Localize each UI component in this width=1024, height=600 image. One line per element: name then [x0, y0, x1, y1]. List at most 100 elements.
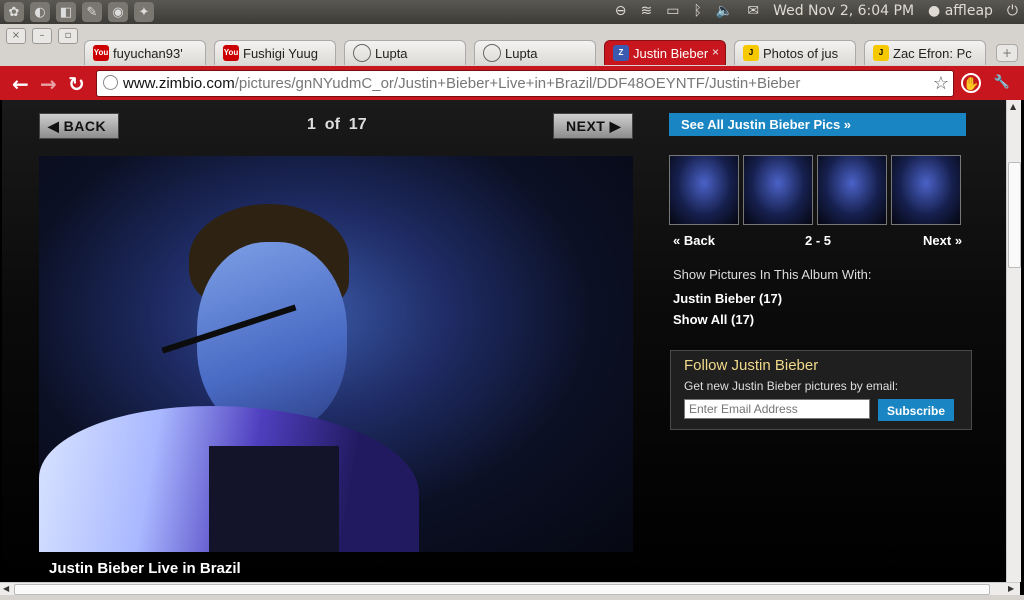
reload-icon[interactable]: ↻ — [68, 72, 85, 96]
globe-icon — [483, 44, 501, 62]
scroll-up-icon[interactable]: ▲ — [1010, 102, 1016, 111]
url-domain: www.zimbio.com — [123, 75, 235, 92]
back-label: BACK — [63, 118, 107, 134]
page-content: ◀ BACK 1 of 17 NEXT ▶ Justin Bieber Live… — [2, 100, 1006, 582]
main-photo[interactable] — [39, 156, 633, 552]
double-left-icon: « — [673, 233, 681, 248]
bookmark-star-icon[interactable]: ☆ — [933, 71, 949, 96]
tab-label: fuyuchan93' — [113, 45, 183, 61]
window-bottom-border — [0, 595, 1024, 600]
toolbar: ← → ↻ www.zimbio.com/pictures/gnNYudmC_o… — [0, 66, 1024, 100]
j-icon: J — [873, 45, 889, 61]
tab-lupta-1[interactable]: Lupta — [344, 40, 466, 65]
next-button[interactable]: NEXT ▶ — [553, 113, 633, 139]
app-icon-3[interactable]: ✎ — [82, 2, 102, 22]
thumbs-next-label: Next — [923, 233, 952, 248]
tab-strip: You fuyuchan93' You Fushigi Yuug Lupta Lup… — [84, 40, 994, 65]
app-icon-2[interactable]: ◧ — [56, 2, 76, 22]
horizontal-scroll-thumb[interactable] — [14, 584, 990, 595]
url-text[interactable]: www.zimbio.com/pictures/gnNYudmC_or/Just… — [123, 71, 800, 96]
tab-fuyuchan[interactable]: You fuyuchan93' — [84, 40, 206, 65]
thumbnail-strip — [669, 155, 961, 225]
url-path: /pictures/gnNYudmC_or/Justin+Bieber+Live… — [234, 75, 801, 92]
youtube-icon: You — [93, 45, 109, 61]
tab-label: Justin Bieber — [633, 45, 709, 61]
browser-chrome: × – ▫ You fuyuchan93' You Fushigi Yuug Lup… — [0, 24, 1024, 100]
thumbnail[interactable] — [743, 155, 813, 225]
app-icon-1[interactable]: ◐ — [30, 2, 50, 22]
double-right-icon: » — [954, 233, 963, 248]
mail-icon[interactable]: ✉ — [747, 3, 759, 19]
photo-face — [197, 242, 347, 432]
stop-icon[interactable]: ⊖ — [615, 3, 627, 19]
tab-photos[interactable]: J Photos of jus — [734, 40, 856, 65]
current-index: 1 — [307, 116, 316, 133]
see-all-pics-link[interactable]: See All Justin Bieber Pics » — [669, 113, 966, 136]
photo-counter: 1 of 17 — [307, 116, 367, 134]
thumbs-range: 2 - 5 — [805, 233, 832, 248]
power-icon[interactable]: ⏻ — [1007, 3, 1018, 19]
filter-show-all-link[interactable]: Show All (17) — [673, 312, 754, 327]
total-count: 17 — [348, 116, 367, 133]
photo-shirt — [209, 446, 339, 552]
tab-lupta-2[interactable]: Lupta — [474, 40, 596, 65]
back-arrow-icon[interactable]: ← — [12, 72, 29, 96]
thumbnail[interactable] — [669, 155, 739, 225]
chrome-icon[interactable]: ◉ — [108, 2, 128, 22]
user-menu[interactable]: ● affleap — [928, 3, 993, 19]
scroll-left-icon[interactable]: ◀ — [3, 584, 9, 593]
globe-icon — [103, 75, 118, 90]
filter-justin-bieber-link[interactable]: Justin Bieber (17) — [673, 291, 782, 306]
user-icon: ● — [928, 3, 941, 19]
new-tab-button[interactable]: + — [996, 44, 1018, 62]
album-filter-label: Show Pictures In This Album With: — [673, 267, 872, 282]
wifi-icon[interactable]: ≋ — [641, 3, 653, 19]
thumbnail[interactable] — [891, 155, 961, 225]
close-tab-icon[interactable]: × — [712, 45, 719, 59]
vertical-scroll-thumb[interactable] — [1008, 162, 1021, 268]
j-icon: J — [743, 45, 759, 61]
left-triangle-icon: ◀ — [48, 118, 60, 134]
tab-label: Photos of jus — [763, 45, 839, 61]
volume-icon[interactable]: 🔈 — [716, 3, 733, 19]
address-bar[interactable]: www.zimbio.com/pictures/gnNYudmC_or/Just… — [96, 70, 954, 97]
thumbs-back-label: Back — [683, 233, 715, 248]
tab-label: Zac Efron: Pc — [893, 45, 972, 61]
thumbnail[interactable] — [817, 155, 887, 225]
horizontal-scrollbar[interactable]: ◀ ▶ — [0, 582, 1020, 596]
datetime[interactable]: Wed Nov 2, 6:04 PM — [773, 3, 914, 19]
follow-subtitle: Get new Justin Bieber pictures by email: — [684, 379, 899, 393]
wrench-icon[interactable]: 🔧 — [992, 73, 1012, 93]
minimize-window-button[interactable]: – — [32, 28, 52, 44]
top-panel: ✿ ◐ ◧ ✎ ◉ ✦ ⊖ ≋ ▭ ᛒ 🔈 ✉ Wed Nov 2, 6:04 … — [0, 0, 1024, 24]
maximize-window-button[interactable]: ▫ — [58, 28, 78, 44]
of-label: of — [324, 116, 340, 133]
right-triangle-icon: ▶ — [609, 118, 622, 134]
ubuntu-logo-icon[interactable]: ✿ — [4, 2, 24, 22]
follow-title: Follow Justin Bieber — [684, 357, 819, 374]
tab-zac-efron[interactable]: J Zac Efron: Pc — [864, 40, 986, 65]
thumbs-back-link[interactable]: « Back — [673, 233, 715, 248]
tab-justin-bieber[interactable]: Z Justin Bieber × — [604, 40, 726, 65]
app-icon-5[interactable]: ✦ — [134, 2, 154, 22]
back-button[interactable]: ◀ BACK — [39, 113, 119, 139]
zimbio-icon: Z — [613, 45, 629, 61]
vertical-scrollbar[interactable]: ▲ — [1006, 100, 1021, 582]
next-label: NEXT — [566, 118, 606, 134]
close-window-button[interactable]: × — [6, 28, 26, 44]
subscribe-button[interactable]: Subscribe — [878, 399, 954, 421]
photo-caption: Justin Bieber Live in Brazil — [49, 560, 241, 577]
battery-icon[interactable]: ▭ — [666, 3, 679, 19]
adblock-icon[interactable]: ✋ — [961, 73, 981, 93]
tab-label: Fushigi Yuug — [243, 45, 318, 61]
follow-box: Follow Justin Bieber Get new Justin Bieb… — [670, 350, 972, 430]
username: affleap — [944, 3, 993, 19]
youtube-icon: You — [223, 45, 239, 61]
forward-arrow-icon[interactable]: → — [40, 72, 57, 96]
thumbs-next-link[interactable]: Next » — [923, 233, 962, 248]
bluetooth-icon[interactable]: ᛒ — [694, 3, 702, 19]
scroll-right-icon[interactable]: ▶ — [1008, 584, 1014, 593]
tab-fushigi[interactable]: You Fushigi Yuug — [214, 40, 336, 65]
email-field[interactable] — [684, 399, 870, 419]
tab-label: Lupta — [375, 45, 408, 61]
